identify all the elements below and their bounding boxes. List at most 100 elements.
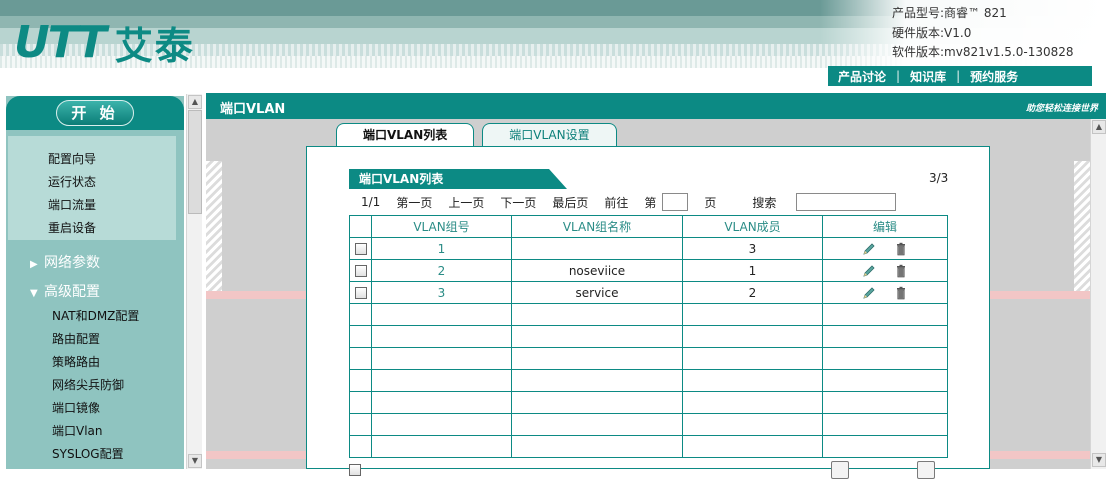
table-row-empty — [349, 325, 948, 348]
main-scrollbar[interactable]: ▲ ▼ — [1090, 119, 1106, 469]
decor-hatch — [1074, 161, 1090, 291]
column-header-vlan-id[interactable]: VLAN组号 — [371, 215, 512, 238]
row-select-cell — [349, 281, 372, 304]
start-button[interactable]: 开 始 — [56, 100, 134, 126]
last-page-link[interactable]: 最后页 — [552, 194, 588, 211]
sidebar-item-config-wizard[interactable]: 配置向导 — [48, 150, 96, 167]
table-row: 13 — [349, 237, 948, 260]
empty-cell — [822, 347, 948, 370]
main-header: 端口VLAN 助您轻松连接世界 — [206, 93, 1106, 119]
empty-cell — [511, 413, 683, 436]
table-row-empty — [349, 435, 948, 458]
sidebar-item-restart-device[interactable]: 重启设备 — [48, 219, 96, 236]
tab-port-vlan-list[interactable]: 端口VLAN列表 — [336, 123, 475, 147]
sidebar-item-run-status[interactable]: 运行状态 — [48, 173, 96, 190]
empty-cell — [371, 325, 512, 348]
sidebar-scrollbar[interactable]: ▲ ▼ — [186, 94, 202, 469]
vlan-name-cell — [511, 237, 683, 260]
empty-cell — [682, 303, 823, 326]
slogan: 助您轻松连接世界 — [1025, 104, 1098, 114]
trash-icon[interactable] — [894, 242, 908, 256]
triangle-down-icon: ▼ — [30, 288, 38, 299]
empty-cell — [371, 369, 512, 392]
sidebar-item-syslog[interactable]: SYSLOG配置 — [52, 445, 124, 462]
empty-cell — [349, 391, 372, 414]
decor-stripe — [990, 451, 1090, 459]
sidebar-item-policy-route[interactable]: 策略路由 — [52, 353, 100, 370]
empty-cell — [822, 391, 948, 414]
delete-button[interactable] — [917, 461, 935, 479]
edit-icon[interactable] — [862, 242, 876, 256]
top-nav-knowledge-base[interactable]: 知识库 — [900, 68, 956, 85]
table-row-empty — [349, 391, 948, 414]
decor-hatch — [206, 161, 222, 291]
empty-cell — [511, 369, 683, 392]
sidebar-item-port-mirror[interactable]: 端口镜像 — [52, 399, 100, 416]
scrollbar-thumb[interactable] — [188, 110, 202, 214]
search-input[interactable] — [796, 193, 897, 211]
empty-cell — [822, 369, 948, 392]
sidebar-group-network-params[interactable]: ▶ 网络参数 — [30, 252, 100, 272]
empty-cell — [822, 325, 948, 348]
first-page-link[interactable]: 第一页 — [396, 194, 432, 211]
sidebar-item-port-traffic[interactable]: 端口流量 — [48, 196, 96, 213]
row-checkbox[interactable] — [354, 265, 367, 277]
vlan-table: VLAN组号 VLAN组名称 VLAN成员 编辑 1 3 2 noseviice 1 3 s… — [349, 215, 948, 458]
scroll-up-icon[interactable]: ▲ — [188, 95, 202, 109]
table-row: 2 noseviice 1 — [349, 259, 948, 282]
top-nav-product-discussion[interactable]: 产品讨论 — [828, 68, 896, 85]
decor-stripe — [990, 291, 1090, 299]
triangle-right-icon: ▶ — [30, 259, 38, 270]
list-title: 端口VLAN列表 — [349, 169, 567, 189]
goto-label: 前往 — [604, 195, 629, 210]
empty-cell — [682, 347, 823, 370]
edit-icon[interactable] — [862, 286, 876, 300]
empty-cell — [371, 413, 512, 436]
main-body: 端口VLAN列表 端口VLAN设置 端口VLAN列表 3/3 1/1 第一页 上… — [206, 119, 1106, 479]
sidebar-item-net-defense[interactable]: 网络尖兵防御 — [52, 376, 124, 393]
next-page-link[interactable]: 下一页 — [500, 194, 536, 211]
top-nav-reserve-service[interactable]: 预约服务 — [960, 68, 1028, 85]
sidebar-group-advanced-config[interactable]: ▼ 高级配置 — [30, 281, 100, 301]
row-checkbox[interactable] — [354, 287, 367, 299]
column-header-vlan-name[interactable]: VLAN组名称 — [511, 215, 683, 238]
sidebar-menu: 开 始 配置向导 运行状态 端口流量 重启设备 ▶ 网络参数 ▼ 高级配置 NAT和… — [6, 96, 184, 469]
tab-port-vlan-settings[interactable]: 端口VLAN设置 — [482, 123, 617, 147]
empty-cell — [822, 303, 948, 326]
table-row-empty — [349, 369, 948, 392]
sidebar-item-port-vlan[interactable]: 端口Vlan — [52, 422, 103, 439]
scroll-up-icon[interactable]: ▲ — [1092, 120, 1106, 134]
trash-icon[interactable] — [894, 264, 908, 278]
column-header-vlan-members[interactable]: VLAN成员 — [682, 215, 823, 238]
sidebar-item-route-config[interactable]: 路由配置 — [52, 330, 100, 347]
add-entry-button[interactable] — [831, 461, 849, 479]
vlan-members-cell: 2 — [682, 281, 823, 304]
row-checkbox[interactable] — [354, 243, 367, 255]
list-count: 3/3 — [929, 171, 949, 185]
empty-cell — [682, 325, 823, 348]
empty-cell — [349, 413, 372, 436]
vlan-members-cell: 1 — [682, 259, 823, 282]
trash-icon[interactable] — [894, 286, 908, 300]
scroll-down-icon[interactable]: ▼ — [188, 454, 202, 468]
search-label: 搜索 — [752, 195, 777, 210]
sidebar-item-nat-dmz[interactable]: NAT和DMZ配置 — [52, 307, 139, 324]
table-header-row: VLAN组号 VLAN组名称 VLAN成员 编辑 — [349, 215, 948, 238]
vlan-table-body: 1 3 2 noseviice 1 3 service 2 — [349, 237, 948, 458]
page-prefix-label: 第 — [644, 195, 657, 210]
product-info: 产品型号:商睿™ 821 硬件版本:V1.0 软件版本:mv821v1.5.0-… — [892, 4, 1074, 63]
empty-cell — [349, 303, 372, 326]
page-number-input[interactable] — [662, 193, 689, 211]
scroll-down-icon[interactable]: ▼ — [1092, 453, 1106, 467]
row-select-cell — [349, 237, 372, 260]
empty-cell — [371, 391, 512, 414]
top-nav: 产品讨论 | 知识库 | 预约服务 — [828, 66, 1092, 86]
page-title: 端口VLAN — [220, 102, 286, 117]
column-header-edit: 编辑 — [822, 215, 948, 238]
select-all-checkbox[interactable] — [349, 464, 361, 476]
prev-page-link[interactable]: 上一页 — [448, 194, 484, 211]
edit-icon[interactable] — [862, 264, 876, 278]
bulk-actions — [349, 461, 361, 479]
empty-cell — [349, 347, 372, 370]
table-row-empty — [349, 303, 948, 326]
